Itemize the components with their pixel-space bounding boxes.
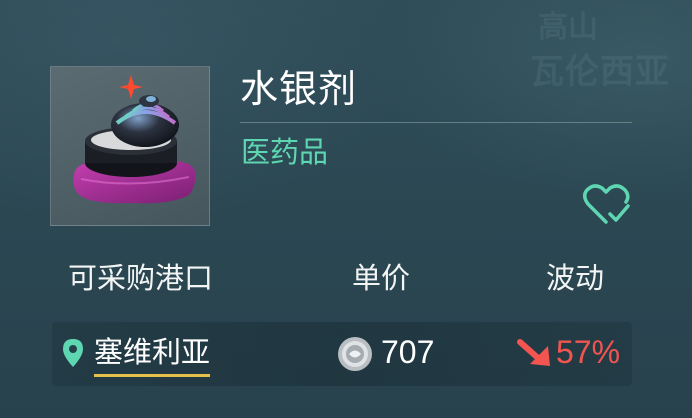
- header-change: 波动: [546, 261, 605, 295]
- background-text-city: 瓦伦西亚: [530, 52, 670, 92]
- price-change: 57%: [556, 334, 621, 370]
- item-category: 医药品: [241, 135, 329, 169]
- heart-check-icon: [583, 184, 630, 224]
- port-link[interactable]: 塞维利亚: [94, 332, 211, 377]
- header-port: 可采购港口: [68, 261, 214, 295]
- item-icon-frame: [50, 66, 210, 226]
- header-price: 单价: [352, 261, 411, 295]
- title-divider: [240, 122, 632, 123]
- unit-price: 707: [381, 334, 435, 370]
- favorite-button[interactable]: [582, 182, 634, 226]
- trend-down-arrow-icon: [517, 339, 550, 366]
- silver-coin-icon: [338, 337, 372, 371]
- background-text-top: 高山: [538, 10, 598, 45]
- mercury-container-icon: [73, 75, 196, 204]
- location-pin-icon: [63, 339, 83, 367]
- item-name: 水银剂: [240, 67, 358, 111]
